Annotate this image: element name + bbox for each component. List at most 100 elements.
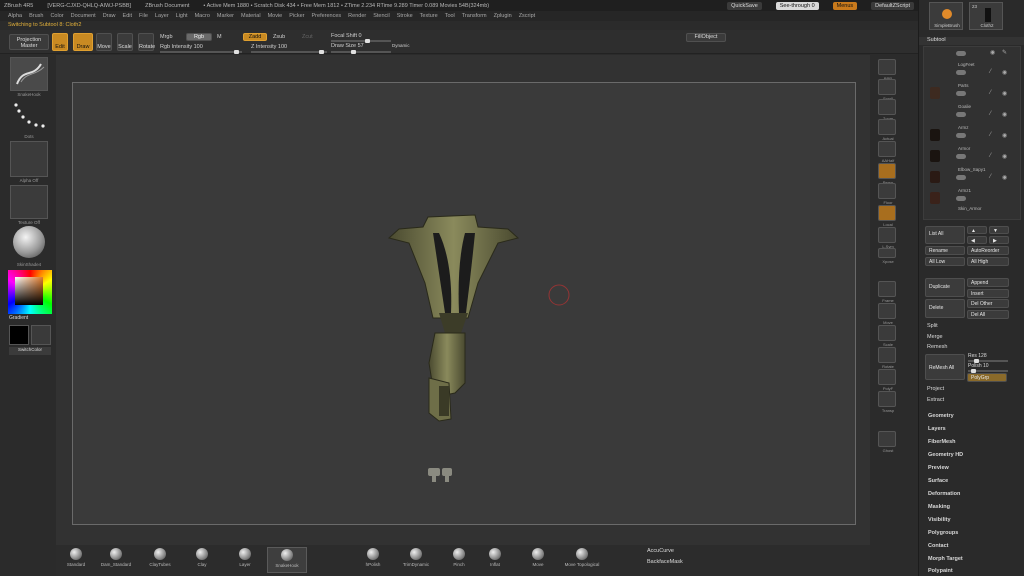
- menu-render[interactable]: Render: [348, 13, 366, 19]
- brush-claytubes[interactable]: ClayTubes: [140, 547, 180, 573]
- menu-zscript[interactable]: Zscript: [519, 13, 536, 19]
- edit-icon[interactable]: ⁄: [990, 153, 996, 159]
- eye-icon[interactable]: ◉: [990, 49, 996, 56]
- menu-draw[interactable]: Draw: [103, 13, 116, 19]
- brush-inflat[interactable]: Inflat: [475, 547, 515, 573]
- m-toggle[interactable]: M: [217, 34, 222, 40]
- res-slider[interactable]: [968, 359, 1008, 363]
- focal-shift-slider[interactable]: [331, 39, 391, 43]
- menu-transform[interactable]: Transform: [462, 13, 487, 19]
- visibility-menu[interactable]: Visibility: [928, 517, 951, 523]
- menu-alpha[interactable]: Alpha: [8, 13, 22, 19]
- zadd-toggle[interactable]: Zadd: [243, 33, 267, 41]
- mrgb-toggle[interactable]: Mrgb: [160, 34, 173, 40]
- menu-color[interactable]: Color: [50, 13, 63, 19]
- z-intensity-slider[interactable]: [251, 50, 327, 54]
- geometry-hd-menu[interactable]: Geometry HD: [928, 452, 963, 458]
- subtool-slider[interactable]: [956, 196, 966, 201]
- transp-button[interactable]: Transp: [878, 391, 896, 413]
- alpha-thumbnail[interactable]: [10, 141, 48, 177]
- menu-layer[interactable]: Layer: [155, 13, 169, 19]
- subtool-slider[interactable]: [956, 51, 966, 56]
- subtool-row-1[interactable]: LogFeet ⁄ ◉: [924, 61, 1022, 81]
- draw-size-slider[interactable]: [331, 50, 391, 54]
- brush-layer[interactable]: Layer: [225, 547, 265, 573]
- menu-file[interactable]: File: [139, 13, 148, 19]
- surface-menu[interactable]: Surface: [928, 478, 948, 484]
- layers-menu[interactable]: Layers: [928, 426, 946, 432]
- stroke-thumbnail[interactable]: [10, 99, 48, 133]
- insert-button[interactable]: Insert: [967, 289, 1009, 298]
- edit-icon[interactable]: ⁄: [990, 111, 996, 117]
- visibility-icon[interactable]: ◉: [1002, 153, 1008, 160]
- simple-brush-tool[interactable]: SimpleBrush: [929, 2, 963, 30]
- append-button[interactable]: Append: [967, 278, 1009, 287]
- scale-button[interactable]: Scale: [117, 33, 133, 51]
- visibility-icon[interactable]: ◉: [1002, 69, 1008, 76]
- del-all-button[interactable]: Del All: [967, 310, 1009, 319]
- subtool-slider[interactable]: [956, 133, 966, 138]
- masking-menu[interactable]: Masking: [928, 504, 950, 510]
- color-square[interactable]: [15, 277, 43, 305]
- brush-hpolish[interactable]: hPolish: [353, 547, 393, 573]
- focal-shift-knob[interactable]: [365, 39, 370, 43]
- edit-icon[interactable]: ⁄: [990, 90, 996, 96]
- polyf-button[interactable]: PolyF: [878, 369, 896, 391]
- material-thumbnail[interactable]: [10, 225, 48, 259]
- list-all-button[interactable]: List All: [925, 226, 965, 244]
- brush-pinch[interactable]: Pinch: [439, 547, 479, 573]
- subtool-header[interactable]: Subtool: [919, 37, 1024, 45]
- projection-master-button[interactable]: Projection Master: [9, 34, 49, 50]
- polygrp-toggle[interactable]: PolyGrp: [967, 373, 1007, 382]
- ghost-button[interactable]: Ghost: [878, 431, 896, 453]
- fill-object-button[interactable]: FillObject: [686, 33, 726, 42]
- brush-standard[interactable]: Standard: [56, 547, 96, 573]
- subtool-slider[interactable]: [956, 91, 966, 96]
- menu-stroke[interactable]: Stroke: [397, 13, 413, 19]
- dynamic-toggle[interactable]: Dynamic: [392, 43, 410, 48]
- menu-movie[interactable]: Movie: [268, 13, 283, 19]
- remesh-all-button[interactable]: ReMesh All: [925, 354, 965, 380]
- bpr-button[interactable]: BPR: [878, 59, 896, 81]
- subtool-slider[interactable]: [956, 175, 966, 180]
- brush-icon[interactable]: ✎: [1002, 49, 1008, 56]
- split-menu[interactable]: Split: [927, 323, 938, 329]
- local-button[interactable]: Local: [878, 205, 896, 227]
- delete-button[interactable]: Delete: [925, 299, 965, 318]
- menu-picker[interactable]: Picker: [289, 13, 304, 19]
- subtool-row-8[interactable]: Skin_Armor: [924, 205, 1022, 225]
- brush-snakehook[interactable]: SnakeHook: [267, 547, 307, 573]
- remesh-menu[interactable]: Remesh: [927, 344, 947, 350]
- cloth2-tool[interactable]: 23 Cloth2: [969, 2, 1003, 30]
- actual-button[interactable]: Actual: [878, 119, 896, 141]
- zsub-toggle[interactable]: Zsub: [273, 34, 285, 40]
- geometry-menu[interactable]: Geometry: [928, 413, 954, 419]
- aahalf-button[interactable]: AAHalf: [878, 141, 896, 163]
- secondary-color-swatch[interactable]: [31, 325, 51, 345]
- brush-move-topological[interactable]: Move Topological: [560, 547, 604, 573]
- menu-edit[interactable]: Edit: [123, 13, 132, 19]
- main-color-swatch[interactable]: [9, 325, 29, 345]
- autoreorder-button[interactable]: AutoReorder: [967, 246, 1009, 255]
- visibility-icon[interactable]: ◉: [1002, 174, 1008, 181]
- move-left-arrow-icon[interactable]: ◀: [967, 236, 987, 244]
- move-down-arrow-icon[interactable]: ▼: [989, 226, 1009, 234]
- z-intensity-knob[interactable]: [319, 50, 324, 54]
- quicksave-button[interactable]: QuickSave: [727, 1, 762, 10]
- persp-button[interactable]: Persp: [878, 163, 896, 185]
- project-menu[interactable]: Project: [927, 386, 944, 392]
- brush-thumbnail[interactable]: [10, 57, 48, 91]
- deformation-menu[interactable]: Deformation: [928, 491, 960, 497]
- subtool-slider[interactable]: [956, 70, 966, 75]
- all-low-button[interactable]: All Low: [925, 257, 965, 266]
- duplicate-button[interactable]: Duplicate: [925, 278, 965, 297]
- eye-icon[interactable]: ⁄: [990, 69, 996, 75]
- visibility-icon[interactable]: ◉: [1002, 90, 1008, 97]
- polish-slider[interactable]: [968, 369, 1008, 373]
- polygroups-menu[interactable]: Polygroups: [928, 530, 958, 536]
- subtool-row-7[interactable]: Armz1: [924, 187, 1022, 207]
- xpose-button[interactable]: Xpose: [878, 248, 896, 264]
- subtool-row-4[interactable]: Armz ⁄ ◉: [924, 124, 1022, 144]
- menu-marker[interactable]: Marker: [217, 13, 234, 19]
- rgb-intensity-knob[interactable]: [234, 50, 239, 54]
